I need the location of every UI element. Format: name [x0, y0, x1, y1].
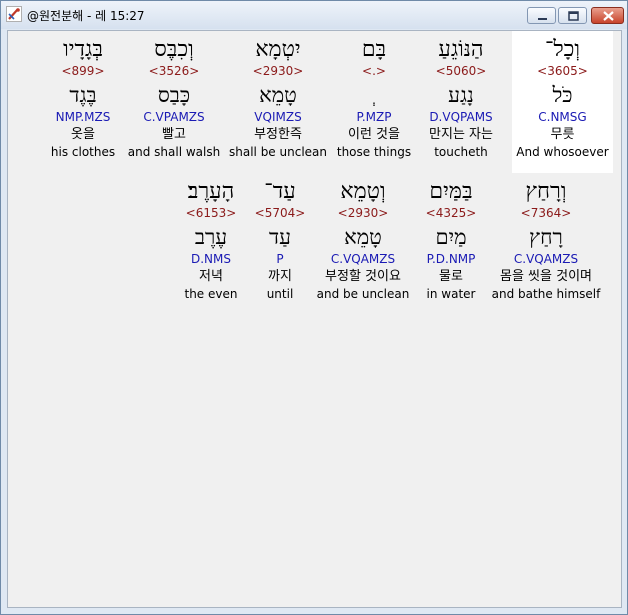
hebrew-lemma: מַיִם	[435, 225, 467, 249]
word-column[interactable]: וְטָמֵא <2930> טָמֵא C.VQAMZS 부정할 것이요 an…	[312, 173, 414, 302]
strong-number: <5060>	[435, 64, 487, 78]
korean-gloss: 만지는 자는	[429, 127, 493, 142]
morphology-code: P.MZP	[356, 110, 392, 124]
hebrew-lemma: טָמֵא	[344, 225, 382, 249]
hebrew-word: הַנּוֹגֵעַ	[438, 37, 484, 62]
word-column[interactable]: בְּגָדָיו <899> בֶּגֶד NMP.MZS 옷을 his cl…	[44, 31, 122, 160]
strong-number: <899>	[61, 64, 105, 78]
word-column[interactable]: הַנּוֹגֵעַ <5060> נָגַע D.VQPAMS 만지는 자는 …	[416, 31, 506, 160]
strong-number: <5704>	[254, 206, 306, 220]
hebrew-lemma: ְ	[330, 81, 418, 109]
korean-gloss: 까지	[268, 269, 292, 284]
morphology-code: C.NMSG	[538, 110, 587, 124]
morphology-code: VQIMZS	[254, 110, 302, 124]
korean-gloss: 옷을	[71, 127, 95, 142]
korean-gloss: 부정할 것이요	[325, 269, 401, 284]
word-column[interactable]: בַּמַּיִם <4325> מַיִם P.D.NMP 물로 in wat…	[414, 173, 488, 302]
minimize-button[interactable]	[527, 7, 556, 24]
english-gloss: his clothes	[50, 145, 116, 159]
hebrew-word: וְטָמֵא	[340, 179, 386, 204]
strong-number: <4325>	[425, 206, 477, 220]
hebrew-word: הָעָרֶב׃	[187, 179, 235, 204]
english-gloss: and be unclean	[316, 287, 410, 301]
english-gloss: toucheth	[434, 145, 488, 159]
word-column[interactable]: הָעָרֶב׃ <6153> עֶרֶב D.NMS 저녁 the even	[174, 173, 248, 302]
hebrew-lemma: כֹּל	[552, 83, 573, 107]
hebrew-word: וְכָל־	[544, 37, 581, 62]
korean-gloss: 이런 것을	[348, 127, 400, 142]
close-icon	[603, 11, 614, 21]
close-button[interactable]	[591, 7, 624, 24]
maximize-icon	[568, 11, 579, 21]
hebrew-word: בָּם	[361, 37, 387, 62]
korean-gloss: 몸을 씻을 것이며	[500, 269, 592, 284]
word-column[interactable]: וְרָחַץ <7364> רָחַץ C.VQAMZS 몸을 씻을 것이며 …	[488, 173, 604, 302]
strong-number: <.>	[362, 64, 386, 78]
maximize-button[interactable]	[558, 7, 587, 24]
analysis-panel: וְכָל־ <3605> כֹּל C.NMSG 무릇 And whosoev…	[7, 30, 622, 608]
english-gloss: and shall walsh	[127, 145, 221, 159]
word-column[interactable]: עַד־ <5704> עַד P 까지 until	[250, 173, 310, 302]
hebrew-lemma: רָחַץ	[529, 225, 563, 249]
minimize-icon	[538, 18, 547, 20]
strong-number: <6153>	[185, 206, 237, 220]
english-gloss: and bathe himself	[491, 287, 601, 301]
strong-number: <7364>	[520, 206, 572, 220]
morphology-code: C.VPAMZS	[143, 110, 205, 124]
word-column[interactable]: וְכִבֶּס <3526> כָּבַס C.VPAMZS 빨고 and s…	[124, 31, 224, 160]
window-title: @원전분해 - 레 15:27	[27, 9, 145, 23]
strong-number: <3526>	[148, 64, 200, 78]
hebrew-lemma: עֶרֶב	[194, 225, 228, 249]
morphology-code: P.D.NMP	[426, 252, 476, 266]
korean-gloss: 무릇	[550, 127, 575, 142]
hebrew-word: וְרָחַץ	[525, 179, 567, 204]
word-column[interactable]: בָּם <.> ְ P.MZP 이런 것을 those things	[330, 31, 418, 160]
morphology-code: C.VQAMZS	[330, 252, 396, 266]
english-gloss: shall be unclean	[229, 145, 327, 159]
hebrew-lemma: בֶּגֶד	[69, 83, 97, 107]
hebrew-word: בַּמַּיִם	[429, 179, 473, 204]
hebrew-word: וְכִבֶּס	[154, 37, 194, 62]
korean-gloss: 저녁	[199, 269, 223, 284]
strong-number: <3605>	[537, 64, 588, 78]
app-window: @원전분해 - 레 15:27 וְכָל־ <3605> כֹּל C.NMS…	[0, 0, 628, 615]
morphology-code: D.NMS	[190, 252, 231, 266]
english-gloss: those things	[336, 145, 412, 159]
english-gloss: in water	[426, 287, 476, 301]
strong-number: <2930>	[337, 206, 389, 220]
morphology-code: C.VQAMZS	[513, 252, 579, 266]
strong-number: <2930>	[252, 64, 304, 78]
hebrew-word: יִטְמָא	[255, 37, 301, 62]
korean-gloss: 물로	[439, 269, 463, 284]
morphology-code: NMP.MZS	[55, 110, 111, 124]
hebrew-lemma: טָמֵא	[259, 83, 297, 107]
hebrew-word: בְּגָדָיו	[63, 37, 103, 62]
title-bar[interactable]: @원전분해 - 레 15:27	[1, 1, 627, 29]
morphology-code: P	[276, 252, 284, 266]
morphology-code: D.VQPAMS	[429, 110, 493, 124]
english-gloss: And whosoever	[516, 145, 609, 159]
english-gloss: until	[266, 287, 294, 301]
hebrew-word: עַד־	[264, 179, 296, 204]
word-column[interactable]: וְכָל־ <3605> כֹּל C.NMSG 무릇 And whosoev…	[512, 31, 613, 173]
app-logo-icon	[6, 6, 22, 22]
hebrew-lemma: נָגַע	[448, 83, 474, 107]
english-gloss: the even	[184, 287, 238, 301]
hebrew-lemma: עַד	[269, 225, 291, 249]
korean-gloss: 부정한즉	[254, 127, 302, 142]
hebrew-lemma: כָּבַס	[157, 83, 191, 107]
word-column[interactable]: יִטְמָא <2930> טָמֵא VQIMZS 부정한즉 shall b…	[226, 31, 330, 160]
korean-gloss: 빨고	[162, 127, 186, 142]
